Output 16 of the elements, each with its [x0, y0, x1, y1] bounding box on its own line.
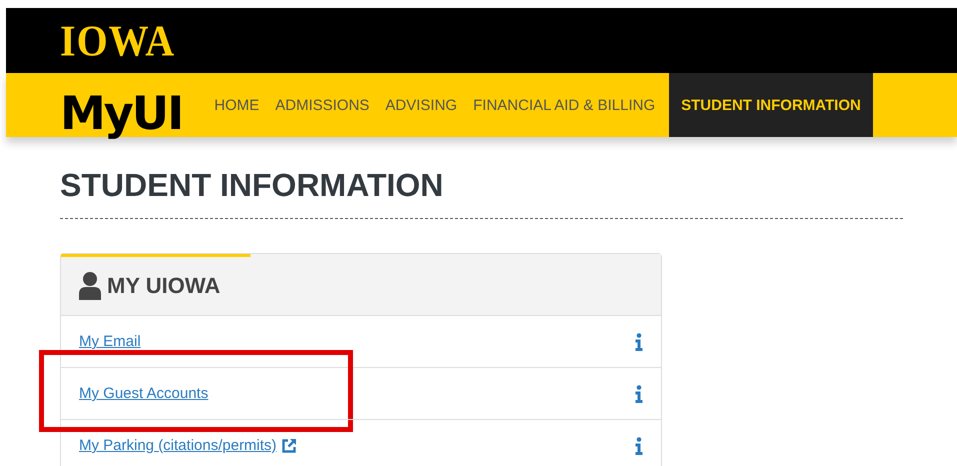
user-icon [79, 272, 101, 300]
link[interactable]: My Email [79, 333, 141, 350]
page-title: STUDENT INFORMATION [60, 167, 444, 204]
nav-tab[interactable]: HOME [206, 73, 268, 137]
link[interactable]: My Parking (citations/permits) [79, 437, 277, 454]
nav-tab[interactable]: ADVISING [377, 73, 466, 137]
nav-tab[interactable]: FINANCIAL AID & BILLING [465, 73, 664, 137]
info-icon[interactable] [635, 436, 643, 454]
university-wordmark[interactable]: IOWA [60, 14, 176, 66]
nav-tab[interactable]: STUDENT INFORMATION [669, 73, 873, 137]
info-icon[interactable] [635, 384, 643, 402]
link[interactable]: My Guest Accounts [79, 385, 208, 402]
app-logo[interactable]: MyUI [60, 89, 182, 137]
info-icon[interactable] [635, 332, 643, 350]
nav-tab[interactable]: ADMISSIONS [267, 73, 378, 137]
card-title: MY UIOWA [107, 273, 220, 299]
